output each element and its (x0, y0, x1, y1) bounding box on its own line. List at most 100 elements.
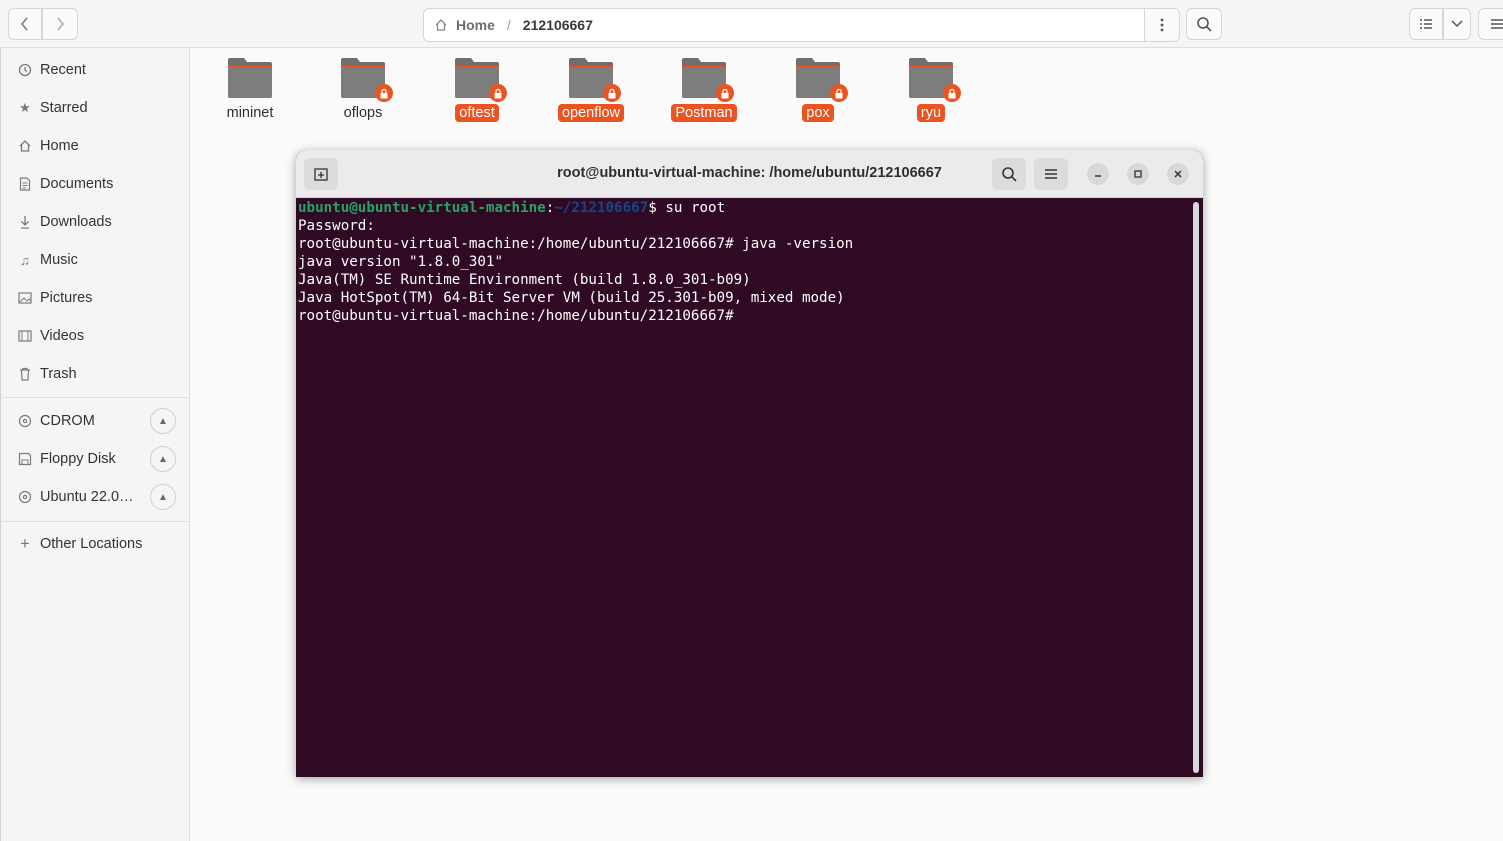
eject-icon[interactable]: ▲ (150, 446, 176, 472)
terminal-line: Password: (298, 218, 375, 234)
folder-pox[interactable]: pox (773, 56, 863, 122)
close-button[interactable] (1167, 163, 1189, 185)
eject-icon[interactable]: ▲ (150, 408, 176, 434)
folder-label: Postman (671, 104, 737, 122)
sidebar-item-label: Downloads (40, 214, 112, 230)
folder-icon (453, 56, 507, 102)
sidebar-item-home[interactable]: Home (1, 128, 190, 164)
sidebar-item-label: Ubuntu 22.0… (40, 489, 134, 505)
close-icon (1174, 170, 1182, 178)
sidebar-item-label: Videos (40, 328, 85, 344)
view-options-button[interactable] (1443, 8, 1471, 40)
floppy-icon (17, 451, 33, 467)
search-button[interactable] (1186, 8, 1222, 40)
back-button[interactable] (8, 8, 42, 40)
sidebar-item-music[interactable]: ♫ Music (1, 242, 190, 278)
sidebar-item-label: Pictures (40, 290, 93, 306)
list-view-icon (1420, 19, 1432, 29)
hamburger-icon (1045, 169, 1057, 179)
terminal-line: root@ubuntu-virtual-machine:/home/ubuntu… (298, 236, 854, 252)
path-menu-button[interactable] (1144, 8, 1180, 42)
sidebar-item-documents[interactable]: Documents (1, 166, 190, 202)
sidebar-item-label: Starred (40, 100, 88, 116)
folder-icon (339, 56, 393, 102)
terminal-titlebar[interactable]: root@ubuntu-virtual-machine: /home/ubunt… (296, 150, 1203, 198)
breadcrumb-current[interactable]: 212106667 (523, 17, 593, 33)
video-icon (17, 328, 33, 344)
folder-icon (794, 56, 848, 102)
sidebar-item-label: Recent (40, 62, 86, 78)
terminal-line: java version "1.8.0_301" (298, 254, 503, 270)
folder-icon (226, 56, 274, 100)
lock-icon (375, 84, 393, 102)
main-menu-button[interactable] (1478, 8, 1503, 40)
hamburger-icon (1490, 19, 1503, 29)
sidebar-divider (2, 397, 190, 398)
minimize-button[interactable] (1087, 163, 1109, 185)
sidebar-item-floppy[interactable]: Floppy Disk ▲ (1, 441, 190, 477)
folder-mininet[interactable]: mininet (205, 56, 295, 122)
header-bar: Home / 212106667 (0, 0, 1503, 48)
home-icon (17, 138, 33, 154)
folder-icon (907, 56, 961, 102)
lock-icon (716, 84, 734, 102)
sidebar-item-label: Trash (40, 366, 77, 382)
folder-label: pox (802, 104, 834, 122)
terminal-scrollbar[interactable] (1193, 202, 1199, 773)
folder-oflops[interactable]: oflops (318, 56, 408, 122)
sidebar-item-label: Music (40, 252, 78, 268)
sidebar-item-label: Other Locations (40, 536, 143, 552)
sidebar-item-pictures[interactable]: Pictures (1, 280, 190, 316)
prompt-colon: : (545, 200, 555, 216)
sidebar-item-label: CDROM (40, 413, 95, 429)
terminal-search-button[interactable] (992, 158, 1026, 190)
sidebar-item-videos[interactable]: Videos (1, 318, 190, 354)
search-icon (1002, 167, 1017, 182)
picture-icon (17, 290, 33, 306)
sidebar-item-ubuntu-disc[interactable]: Ubuntu 22.0… ▲ (1, 479, 190, 515)
sidebar-item-other-locations[interactable]: + Other Locations (1, 526, 190, 562)
sidebar-item-trash[interactable]: Trash (1, 356, 190, 392)
prompt-command: $ su root (648, 200, 726, 216)
prompt-path: ~/212106667 (554, 200, 649, 216)
terminal-menu-button[interactable] (1034, 158, 1068, 190)
sidebar-item-recent[interactable]: Recent (1, 52, 190, 88)
sidebar-divider (2, 521, 190, 522)
terminal-line: Java HotSpot(TM) 64-Bit Server VM (build… (298, 290, 845, 306)
lock-icon (489, 84, 507, 102)
search-icon (1197, 17, 1212, 32)
plus-icon: + (20, 534, 30, 553)
prompt-user: ubuntu@ubuntu-virtual-machine (298, 200, 546, 216)
path-bar: Home / 212106667 (423, 8, 1145, 42)
document-icon (17, 176, 33, 192)
maximize-icon (1134, 170, 1142, 178)
terminal-line: root@ubuntu-virtual-machine:/home/ubuntu… (298, 308, 734, 324)
forward-button[interactable] (42, 8, 78, 40)
folder-postman[interactable]: Postman (659, 56, 749, 122)
chevron-left-icon (21, 17, 28, 31)
lock-icon (943, 84, 961, 102)
minimize-icon (1095, 175, 1101, 177)
terminal-output[interactable]: ubuntu@ubuntu-virtual-machine:~/21210666… (298, 198, 1191, 777)
terminal-line: ubuntu@ubuntu-virtual-machine:~/21210666… (298, 199, 1191, 217)
home-icon (434, 18, 448, 32)
terminal-window[interactable]: root@ubuntu-virtual-machine: /home/ubunt… (296, 150, 1203, 777)
folder-ryu[interactable]: ryu (886, 56, 976, 122)
lock-icon (830, 84, 848, 102)
folder-oftest[interactable]: oftest (432, 56, 522, 122)
sidebar-item-label: Home (40, 138, 79, 154)
folder-label: openflow (557, 104, 625, 122)
view-list-button[interactable] (1409, 8, 1443, 40)
eject-icon[interactable]: ▲ (150, 484, 176, 510)
folder-openflow[interactable]: openflow (546, 56, 636, 122)
maximize-button[interactable] (1127, 163, 1149, 185)
sidebar-item-downloads[interactable]: Downloads (1, 204, 190, 240)
breadcrumb-home[interactable]: Home (456, 17, 495, 33)
disc-icon (17, 413, 33, 429)
sidebar-item-cdrom[interactable]: CDROM ▲ (1, 403, 190, 439)
folder-label: oflops (343, 105, 383, 121)
folder-label: oftest (455, 104, 499, 122)
sidebar-item-starred[interactable]: ★ Starred (1, 90, 190, 126)
kebab-menu-icon (1160, 18, 1164, 32)
disc-icon (17, 489, 33, 505)
